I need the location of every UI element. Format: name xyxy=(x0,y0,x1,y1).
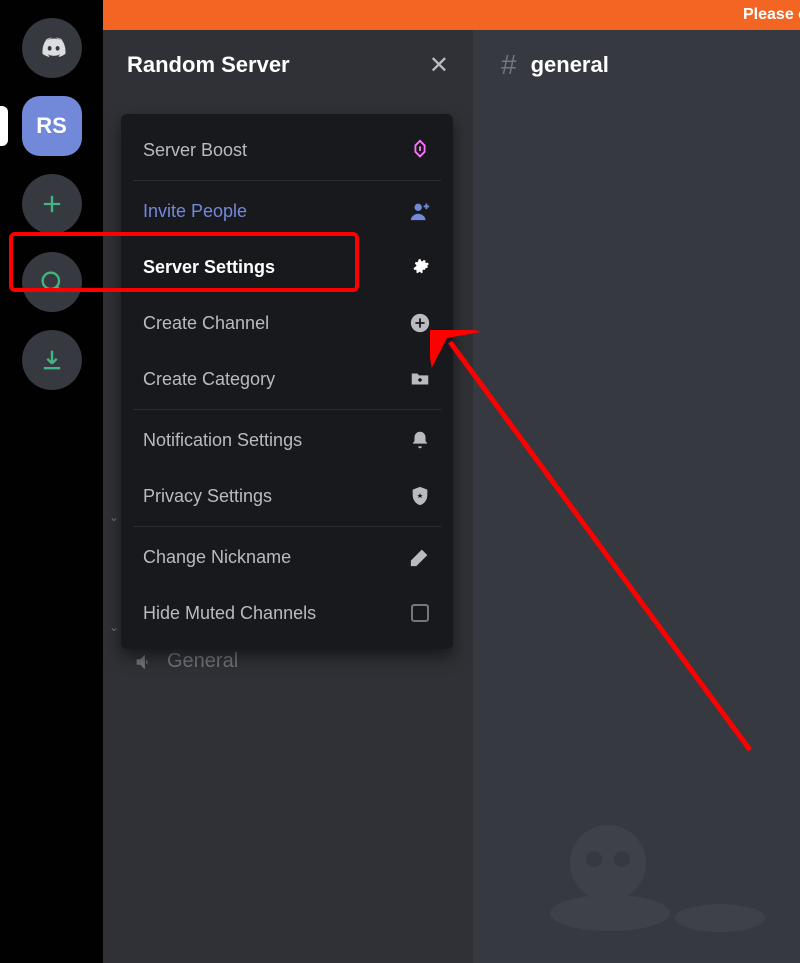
menu-label: Change Nickname xyxy=(143,547,291,568)
boost-icon xyxy=(409,139,431,161)
menu-item-privacy-settings[interactable]: Privacy Settings xyxy=(121,468,453,524)
server-initials: RS xyxy=(36,113,67,139)
server-name: Random Server xyxy=(127,52,290,78)
gear-icon xyxy=(409,256,431,278)
checkbox-icon xyxy=(409,602,431,624)
server-dropdown-menu: Server Boost Invite People Server Settin… xyxy=(121,114,453,649)
menu-label: Create Category xyxy=(143,369,275,390)
menu-label: Hide Muted Channels xyxy=(143,603,316,624)
explore-button[interactable] xyxy=(22,252,82,312)
menu-item-create-category[interactable]: Create Category xyxy=(121,351,453,407)
menu-item-server-settings[interactable]: Server Settings xyxy=(121,239,453,295)
plus-icon xyxy=(38,190,66,218)
shield-icon xyxy=(409,485,431,507)
separator xyxy=(133,526,441,527)
search-icon xyxy=(38,268,66,296)
hash-icon: # xyxy=(501,49,517,81)
menu-label: Server Settings xyxy=(143,257,275,278)
server-rail: RS xyxy=(0,0,103,963)
download-icon xyxy=(38,346,66,374)
add-server-button[interactable] xyxy=(22,174,82,234)
chat-area: # general xyxy=(473,0,800,963)
banner-text: Please c xyxy=(743,6,800,23)
menu-item-invite-people[interactable]: Invite People xyxy=(121,183,453,239)
menu-label: Notification Settings xyxy=(143,430,302,451)
download-button[interactable] xyxy=(22,330,82,390)
menu-label: Server Boost xyxy=(143,140,247,161)
speaker-icon xyxy=(133,651,155,673)
menu-label: Invite People xyxy=(143,201,247,222)
menu-item-change-nickname[interactable]: Change Nickname xyxy=(121,529,453,585)
channel-sidebar: Random Server ✕ ⌄ ⌄ Server Boost Invite … xyxy=(103,0,473,963)
channel-header: # general xyxy=(473,30,800,100)
channel-name: general xyxy=(531,52,609,78)
wumpus-placeholder-icon xyxy=(550,813,770,933)
invite-icon xyxy=(409,200,431,222)
discord-logo-icon xyxy=(38,34,66,62)
close-icon[interactable]: ✕ xyxy=(429,51,449,80)
top-banner: Please c xyxy=(103,0,800,30)
bell-icon xyxy=(409,429,431,451)
voice-channel-general[interactable]: General xyxy=(133,650,238,673)
menu-item-server-boost[interactable]: Server Boost xyxy=(121,122,453,178)
discord-home-button[interactable] xyxy=(22,18,82,78)
plus-circle-icon xyxy=(409,312,431,334)
separator xyxy=(133,409,441,410)
menu-item-notification-settings[interactable]: Notification Settings xyxy=(121,412,453,468)
server-icon-selected[interactable]: RS xyxy=(22,96,82,156)
chevron-down-icon[interactable]: ⌄ xyxy=(109,620,119,634)
menu-label: Create Channel xyxy=(143,313,269,334)
voice-channel-label: General xyxy=(167,650,238,673)
folder-plus-icon xyxy=(409,368,431,390)
pencil-icon xyxy=(409,546,431,568)
chevron-down-icon[interactable]: ⌄ xyxy=(109,510,119,524)
menu-item-create-channel[interactable]: Create Channel xyxy=(121,295,453,351)
server-header[interactable]: Random Server ✕ xyxy=(103,30,473,100)
menu-item-hide-muted-channels[interactable]: Hide Muted Channels xyxy=(121,585,453,641)
separator xyxy=(133,180,441,181)
menu-label: Privacy Settings xyxy=(143,486,272,507)
